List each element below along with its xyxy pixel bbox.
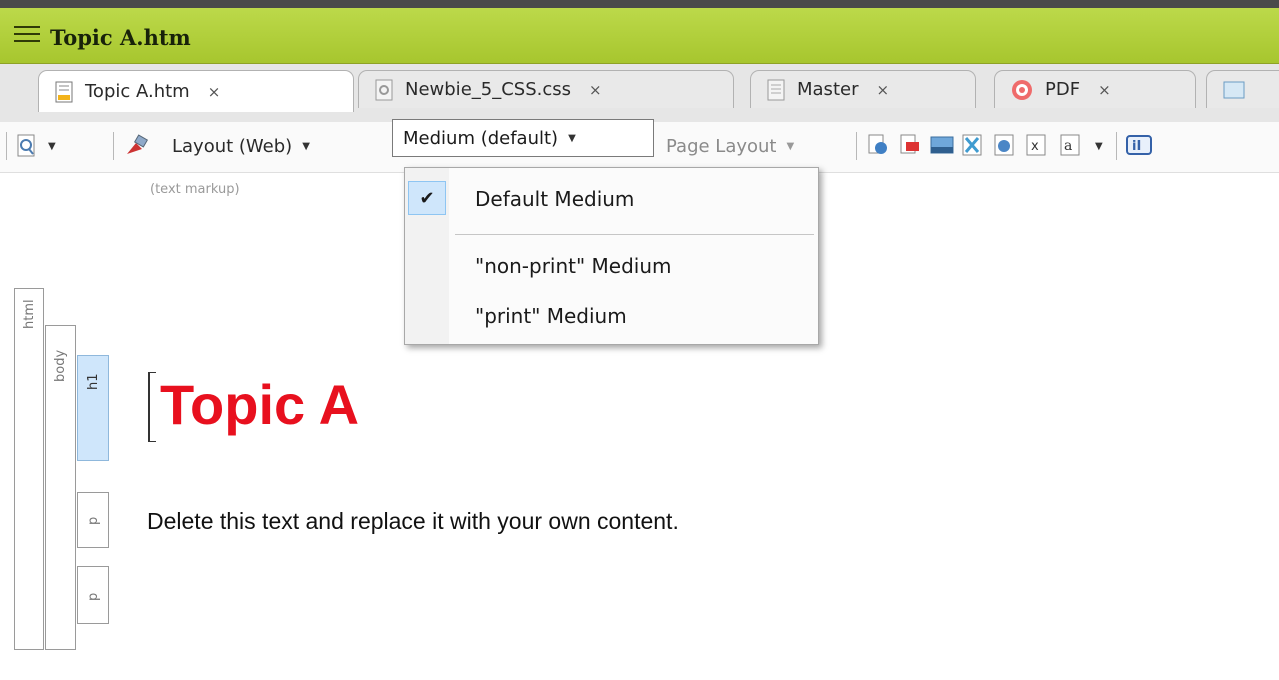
structure-label: body [53,349,68,382]
tab-overflow[interactable] [1206,70,1279,108]
text-cursor [148,372,156,442]
close-icon[interactable]: × [208,83,221,101]
structure-label: p [86,592,101,601]
title-bar: Topic A.htm [0,8,1279,64]
document-icon [55,81,73,102]
globe-link-icon[interactable] [868,134,888,156]
structure-bar-h1[interactable]: h1 [77,355,109,461]
document-heading[interactable]: Topic A [160,372,359,437]
menu-item-non-print-medium[interactable]: "non-print" Medium [475,254,672,278]
toolbar-separator [113,132,114,160]
menu-divider [455,234,814,235]
svg-text:x: x [1031,139,1039,154]
tab-newbie-css[interactable]: Newbie_5_CSS.css × [358,70,734,108]
page-layout-icon [767,79,785,100]
document-paragraph[interactable]: Delete this text and replace it with you… [147,508,679,535]
svg-text:a: a [1064,138,1072,154]
close-icon[interactable]: × [1098,81,1111,99]
layout-dropdown[interactable]: Layout (Web) ▼ [124,131,310,161]
layout-label: Layout (Web) [172,135,293,157]
preview-icon [1223,81,1245,98]
tab-topic-a[interactable]: Topic A.htm × [38,70,354,112]
svg-text:iI: iI [1132,139,1141,154]
variable-icon[interactable]: x [1026,134,1046,156]
tab-label: PDF [1045,79,1081,100]
magnifier-page-icon [17,134,35,157]
tab-pdf[interactable]: PDF × [994,70,1196,108]
target-icon [1012,79,1032,100]
toolbar-separator [856,132,857,160]
preview-dropdown[interactable]: ▼ [16,131,56,161]
tab-bar: Topic A.htm × Newbie_5_CSS.css × Master … [0,64,1279,123]
chevron-down-icon: ▼ [48,140,56,152]
bookmark-icon[interactable] [962,134,982,156]
tab-master[interactable]: Master × [750,70,976,108]
info-tag-icon[interactable]: iI [1126,134,1152,156]
pin-markup-icon [127,134,149,154]
structure-bar-p[interactable]: p [77,566,109,624]
snippet-icon[interactable]: a [1060,134,1080,156]
chevron-down-icon: ▼ [786,140,795,152]
check-icon: ✔ [408,181,446,215]
window-title: Topic A.htm [50,25,191,50]
chevron-down-icon: ▼ [568,132,576,144]
close-icon[interactable]: × [589,81,602,99]
cross-reference-icon[interactable] [994,134,1014,156]
tab-label: Master [797,79,859,100]
menu-item-default-medium[interactable]: Default Medium [475,187,634,211]
tab-label: Topic A.htm [85,81,190,102]
structure-bar-p[interactable]: p [77,492,109,548]
toolbar-separator [1116,132,1117,160]
toolbar-separator [6,132,7,160]
close-icon[interactable]: × [876,81,889,99]
page-layout-label: Page Layout [666,135,777,157]
tab-label: Newbie_5_CSS.css [405,79,572,100]
structure-label: h1 [86,373,101,390]
insert-dropdown[interactable]: ▼ [1085,131,1103,161]
picture-icon[interactable] [930,134,954,156]
image-link-icon[interactable] [900,134,920,156]
structure-label: p [86,516,101,525]
page-layout-dropdown[interactable]: Page Layout ▼ [666,131,794,161]
css-file-icon [375,79,393,100]
structure-bar-body[interactable]: body [45,325,76,650]
chevron-down-icon: ▼ [1095,140,1103,152]
top-strip [0,0,1279,8]
menu-item-print-medium[interactable]: "print" Medium [475,304,627,328]
structure-bar-html[interactable]: html [14,288,44,650]
medium-menu: ✔ Default Medium "non-print" Medium "pri… [404,167,819,345]
medium-dropdown[interactable]: Medium (default) ▼ [392,119,654,157]
medium-label: Medium (default) [403,127,559,149]
markup-hint: (text markup) [150,182,240,197]
structure-label: html [22,299,37,329]
chevron-down-icon: ▼ [302,140,310,152]
hamburger-menu-icon[interactable] [14,26,40,46]
